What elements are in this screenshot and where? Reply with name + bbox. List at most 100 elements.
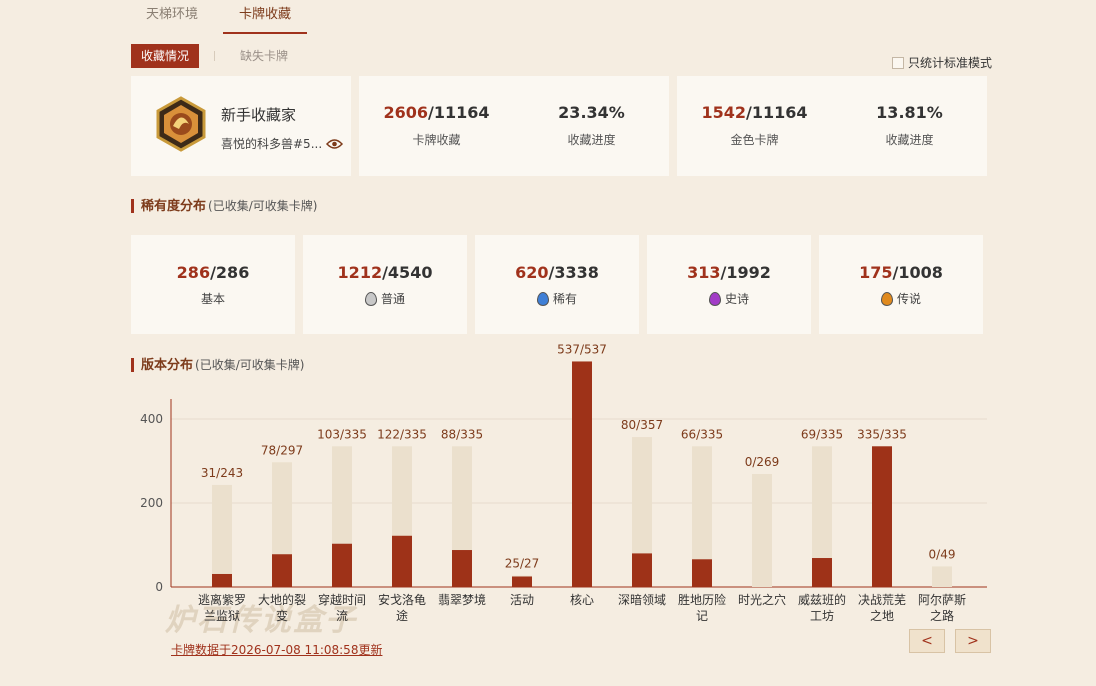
x-category-label: 阿尔萨斯 xyxy=(918,592,966,607)
bar-value-label: 335/335 xyxy=(857,427,907,441)
rarity-owned: 175 xyxy=(859,263,893,282)
rarity-gem-icon xyxy=(536,291,549,306)
card-back-avatar-icon xyxy=(156,96,206,152)
bar-value-label: 25/27 xyxy=(505,557,540,571)
bar-total xyxy=(632,437,652,587)
tab-ladder-environment[interactable]: 天梯环境 xyxy=(131,0,213,32)
profile-title: 新手收藏家 xyxy=(221,106,297,124)
gold-progress-label: 收藏进度 xyxy=(885,133,934,147)
cards-total-value: /11164 xyxy=(428,103,490,122)
cards-collection-label: 卡牌收藏 xyxy=(412,133,461,147)
bar-total xyxy=(512,575,532,587)
rarity-label: 史诗 xyxy=(724,292,749,306)
rarity-total: /4540 xyxy=(382,263,433,282)
bar-value-label: 80/357 xyxy=(621,418,663,432)
bar-total xyxy=(692,446,712,587)
bar-value-label: 0/269 xyxy=(745,455,780,469)
rarity-total: /286 xyxy=(210,263,250,282)
bar-owned xyxy=(812,558,832,587)
x-category-label: 途 xyxy=(396,608,408,623)
bar-owned xyxy=(392,535,412,587)
subtab-collection-status[interactable]: 收藏情况 xyxy=(131,44,200,68)
x-category-label: 之路 xyxy=(930,608,954,623)
version-section-title: 版本分布 (已收集/可收集卡牌) xyxy=(131,358,305,373)
gold-owned-value: 1542 xyxy=(701,103,746,122)
bar-owned xyxy=(332,543,352,587)
rarity-total: /3338 xyxy=(548,263,599,282)
bar-owned xyxy=(692,559,712,587)
rarity-label: 普通 xyxy=(380,292,405,306)
subtab-missing-cards[interactable]: 缺失卡牌 xyxy=(230,44,298,68)
bar-value-label: 0/49 xyxy=(929,547,956,561)
rarity-count: 286/286 xyxy=(131,263,295,282)
rarity-card: 1212/4540 普通 xyxy=(303,235,467,334)
x-category-label: 时光之穴 xyxy=(738,592,786,607)
rarity-label: 基本 xyxy=(200,292,225,306)
cards-owned-value: 2606 xyxy=(383,103,428,122)
version-title-text: 版本分布 xyxy=(141,358,194,373)
data-updated-link[interactable]: 卡牌数据于2026-07-08 11:08:58更新 xyxy=(171,641,382,658)
bar-owned xyxy=(572,361,592,587)
version-title-note: (已收集/可收集卡牌) xyxy=(195,358,305,372)
bar-value-label: 88/335 xyxy=(441,427,483,441)
rarity-label: 传说 xyxy=(896,292,921,306)
rarity-card: 313/1992 史诗 xyxy=(647,235,811,334)
rarity-count: 175/1008 xyxy=(819,263,983,282)
bar-owned xyxy=(632,553,652,587)
bar-total xyxy=(812,446,832,587)
bar-owned xyxy=(272,554,292,587)
x-category-label: 决战荒芜 xyxy=(858,593,906,607)
x-category-label: 安戈洛龟 xyxy=(378,592,426,607)
rarity-gem-icon xyxy=(708,291,721,306)
watermark-logo: 炉石传说盒子 xyxy=(165,603,357,638)
bar-value-label: 69/335 xyxy=(801,427,843,441)
bar-total xyxy=(872,446,892,587)
rarity-total: /1008 xyxy=(892,263,943,282)
rarity-count: 620/3338 xyxy=(475,263,639,282)
x-category-label: 深暗领域 xyxy=(618,592,666,607)
bar-value-label: 31/243 xyxy=(201,466,243,480)
rarity-label-row: 基本 xyxy=(131,290,295,307)
rarity-card: 286/286 基本 xyxy=(131,235,295,334)
bar-total xyxy=(212,484,232,587)
rarity-card: 620/3338 稀有 xyxy=(475,235,639,334)
bar-owned xyxy=(872,446,892,587)
bar-value-label: 66/335 xyxy=(681,427,723,441)
rarity-count: 1212/4540 xyxy=(303,263,467,282)
bar-total xyxy=(272,462,292,587)
gold-progress-value: 13.81% xyxy=(876,103,943,122)
y-tick-label: 0 xyxy=(155,580,163,594)
collection-progress-label: 收藏进度 xyxy=(567,133,616,147)
rarity-owned: 620 xyxy=(515,263,549,282)
bar-total xyxy=(392,446,412,587)
gold-owned-count: 1542/11164 xyxy=(677,103,832,122)
standard-only-label: 只统计标准模式 xyxy=(908,56,993,70)
eye-icon[interactable] xyxy=(325,135,344,154)
rarity-gem-icon xyxy=(364,291,377,306)
standard-only-toggle[interactable]: 只统计标准模式 xyxy=(892,54,992,71)
rarity-title-note: (已收集/可收集卡牌) xyxy=(208,199,318,213)
rarity-gem-icon xyxy=(880,291,893,306)
bar-total xyxy=(332,446,352,587)
rarity-label: 稀有 xyxy=(552,292,577,306)
gold-stats-card: 1542/11164 金色卡牌 13.81% 收藏进度 xyxy=(677,76,987,176)
avatar xyxy=(153,96,209,152)
x-category-label: 威兹班的 xyxy=(798,592,846,607)
chart-prev-button[interactable]: < xyxy=(909,629,945,653)
bar-total xyxy=(932,566,952,587)
standard-only-checkbox[interactable] xyxy=(892,56,904,69)
bar-value-label: 103/335 xyxy=(317,427,367,441)
gold-total-value: /11164 xyxy=(746,103,808,122)
bar-value-label: 122/335 xyxy=(377,427,427,441)
x-category-label: 之地 xyxy=(870,609,894,623)
cards-owned-count: 2606/11164 xyxy=(359,103,514,122)
bar-value-label: 78/297 xyxy=(261,443,303,457)
chart-next-button[interactable]: > xyxy=(955,629,991,653)
tab-card-collection[interactable]: 卡牌收藏 xyxy=(223,0,307,34)
x-category-label: 翡翠梦境 xyxy=(438,592,486,607)
rarity-owned: 286 xyxy=(176,263,211,282)
rarity-owned: 1212 xyxy=(337,263,383,282)
gold-cards-label: 金色卡牌 xyxy=(730,133,779,147)
rarity-label-row: 稀有 xyxy=(475,290,639,307)
rarity-label-row: 史诗 xyxy=(647,290,811,307)
